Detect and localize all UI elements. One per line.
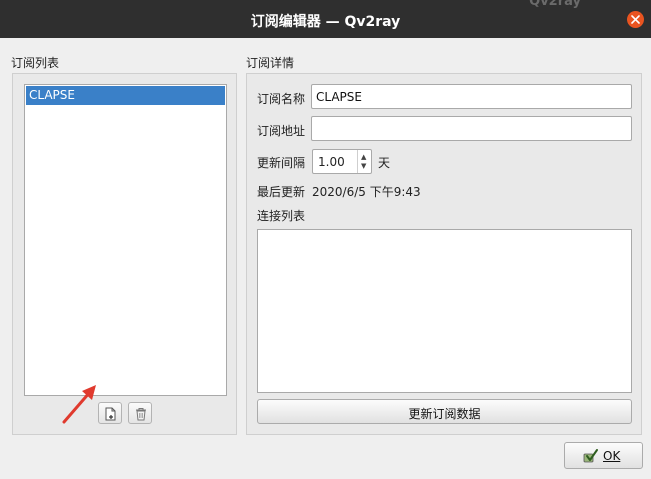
last-update-label: 最后更新 <box>257 185 306 199</box>
subscription-list-group: CLAPSE <box>12 73 237 435</box>
close-button[interactable] <box>627 11 644 28</box>
connection-list[interactable] <box>257 229 632 393</box>
subscription-name-label: 订阅名称 <box>257 92 306 106</box>
trash-icon <box>136 408 146 421</box>
delete-subscription-button[interactable] <box>128 402 152 424</box>
subscription-details-group-label: 订阅详情 <box>246 56 295 70</box>
subscription-address-label: 订阅地址 <box>257 124 306 138</box>
subscription-name-field[interactable]: CLAPSE <box>311 84 632 109</box>
update-interval-value: 1.00 <box>318 155 345 169</box>
spin-up-icon[interactable]: ▲ <box>361 153 366 161</box>
add-document-icon <box>105 407 116 421</box>
update-interval-unit: 天 <box>378 156 391 170</box>
last-update-value: 2020/6/5 下午9:43 <box>312 185 421 199</box>
background-window-title: Qv2ray <box>529 0 581 9</box>
spin-arrows[interactable]: ▲ ▼ <box>357 150 371 173</box>
connection-list-label: 连接列表 <box>257 209 306 223</box>
subscription-listbox[interactable]: CLAPSE <box>24 84 227 396</box>
checkmark-icon <box>583 449 598 463</box>
close-icon <box>631 15 640 24</box>
update-interval-spinbox[interactable]: 1.00 ▲ ▼ <box>312 149 372 174</box>
subscription-address-field[interactable] <box>311 116 632 141</box>
list-item[interactable]: CLAPSE <box>26 86 225 105</box>
update-interval-label: 更新间隔 <box>257 156 306 170</box>
ok-button[interactable]: OK <box>564 442 643 469</box>
window-title: 订阅编辑器 — Qv2ray <box>250 14 401 30</box>
title-bar: Qv2ray 订阅编辑器 — Qv2ray <box>0 0 651 38</box>
annotation-arrow <box>62 385 96 424</box>
ok-button-label: OK <box>603 449 621 463</box>
subscription-list-group-label: 订阅列表 <box>11 56 60 70</box>
spin-down-icon[interactable]: ▼ <box>361 162 366 170</box>
update-subscription-button[interactable]: 更新订阅数据 <box>257 399 632 424</box>
